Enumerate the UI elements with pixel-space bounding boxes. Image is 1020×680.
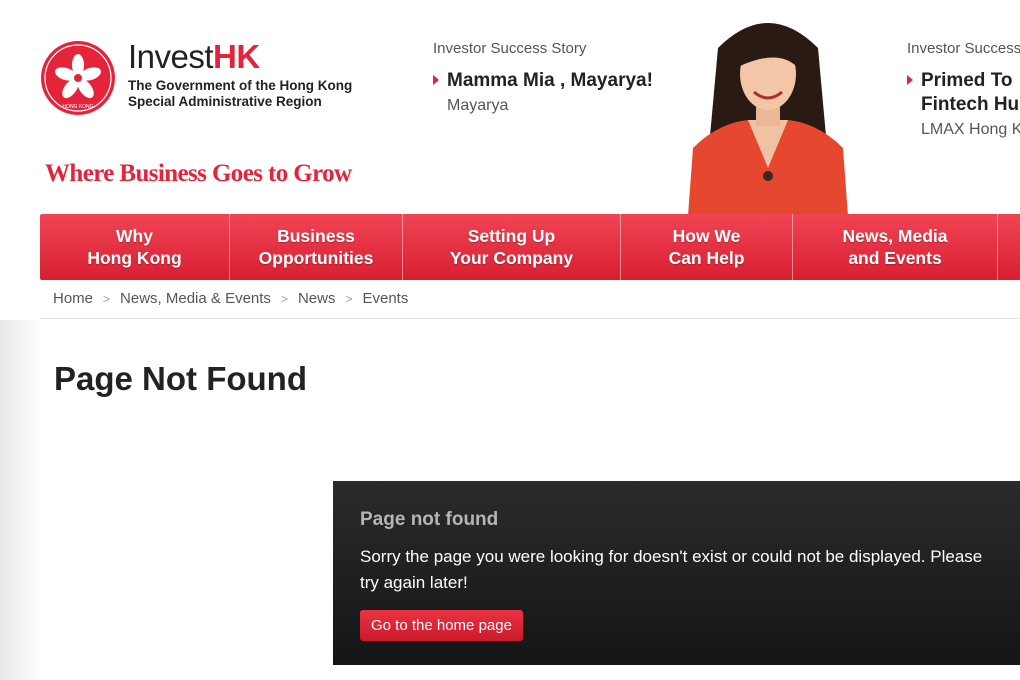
page-title: Page Not Found: [54, 360, 307, 397]
story-company: Mayarya: [447, 97, 509, 114]
tagline: Where Business Goes to Grow: [45, 160, 352, 187]
breadcrumb-separator: >: [345, 291, 353, 306]
arrow-right-icon: [433, 75, 439, 85]
breadcrumb-home[interactable]: Home: [53, 290, 93, 307]
government-line-1: The Government of the Hong Kong: [128, 78, 353, 93]
breadcrumb-separator: >: [103, 291, 111, 306]
nav-label-line1: Business: [277, 226, 355, 246]
story-title-link[interactable]: Primed To Fintech Hu: [907, 69, 1020, 117]
error-message: Sorry the page you were looking for does…: [360, 547, 983, 592]
nav-label-line1: Setting Up: [467, 226, 556, 246]
nav-label-line1: News, Media: [842, 226, 948, 246]
background-shade: [0, 320, 42, 680]
story-kicker: Investor Success Story: [907, 40, 1020, 57]
error-heading: Page not found: [360, 509, 499, 530]
breadcrumb: Home > News, Media & Events > News > Eve…: [53, 290, 408, 307]
story-kicker: Investor Success Story: [433, 40, 587, 57]
nav-label-line2: Opportunities: [258, 248, 374, 268]
nav-setting-up-company[interactable]: Setting Up Your Company: [403, 214, 621, 280]
nav-business-opportunities[interactable]: Business Opportunities: [230, 214, 403, 280]
brand-prefix: Invest: [128, 38, 214, 75]
success-story-2[interactable]: Investor Success Story Primed To Fintech…: [907, 40, 1020, 139]
brand-block: InvestHK The Government of the Hong Kong…: [128, 40, 352, 110]
nav-why-hong-kong[interactable]: Why Hong Kong: [40, 214, 230, 280]
hong-kong-emblem-icon: HONG KONG: [41, 41, 115, 115]
go-home-button[interactable]: Go to the home page: [360, 610, 523, 641]
nav-label-line1: Why: [116, 226, 153, 246]
nav-label-line2: Can Help: [668, 248, 745, 268]
story-title-text: Mamma Mia , Mayarya!: [447, 70, 653, 91]
story-company: LMAX Hong K: [921, 121, 1020, 138]
government-line-2: Special Administrative Region: [128, 94, 322, 109]
government-line: The Government of the Hong Kong Special …: [128, 78, 352, 110]
breadcrumb-events[interactable]: Events: [362, 290, 408, 307]
success-story-1[interactable]: Investor Success Story Mamma Mia , Mayar…: [433, 40, 653, 115]
nav-label-line1: How We: [672, 226, 741, 246]
story-title-link[interactable]: Mamma Mia , Mayarya!: [433, 69, 653, 93]
nav-news-media-events[interactable]: News, Media and Events: [793, 214, 998, 280]
investhk-logo[interactable]: HONG KONG InvestHK The Government of the…: [40, 40, 352, 116]
breadcrumb-news-media-events[interactable]: News, Media & Events: [120, 290, 271, 307]
story-title-text-line2: Fintech Hu: [921, 94, 1020, 115]
breadcrumb-divider: [40, 318, 1020, 319]
arrow-right-icon: [907, 75, 913, 85]
main-navigation: Why Hong Kong Business Opportunities Set…: [40, 214, 1020, 280]
breadcrumb-separator: >: [280, 291, 288, 306]
story-portrait-photo[interactable]: [688, 8, 848, 216]
error-panel: Page not found Sorry the page you were l…: [333, 481, 1020, 665]
nav-how-we-can-help[interactable]: How We Can Help: [621, 214, 793, 280]
nav-label-line2: Hong Kong: [87, 248, 182, 268]
brand-name: InvestHK: [128, 40, 352, 74]
nav-label-line2: Your Company: [449, 248, 574, 268]
nav-more-item[interactable]: [998, 214, 1020, 280]
breadcrumb-news[interactable]: News: [298, 290, 336, 307]
emblem-text: HONG KONG: [62, 104, 93, 110]
portrait-illustration: [688, 8, 848, 216]
brand-suffix: HK: [213, 38, 260, 75]
nav-label-line2: and Events: [848, 248, 942, 268]
story-title-text: Primed To: [921, 70, 1013, 91]
